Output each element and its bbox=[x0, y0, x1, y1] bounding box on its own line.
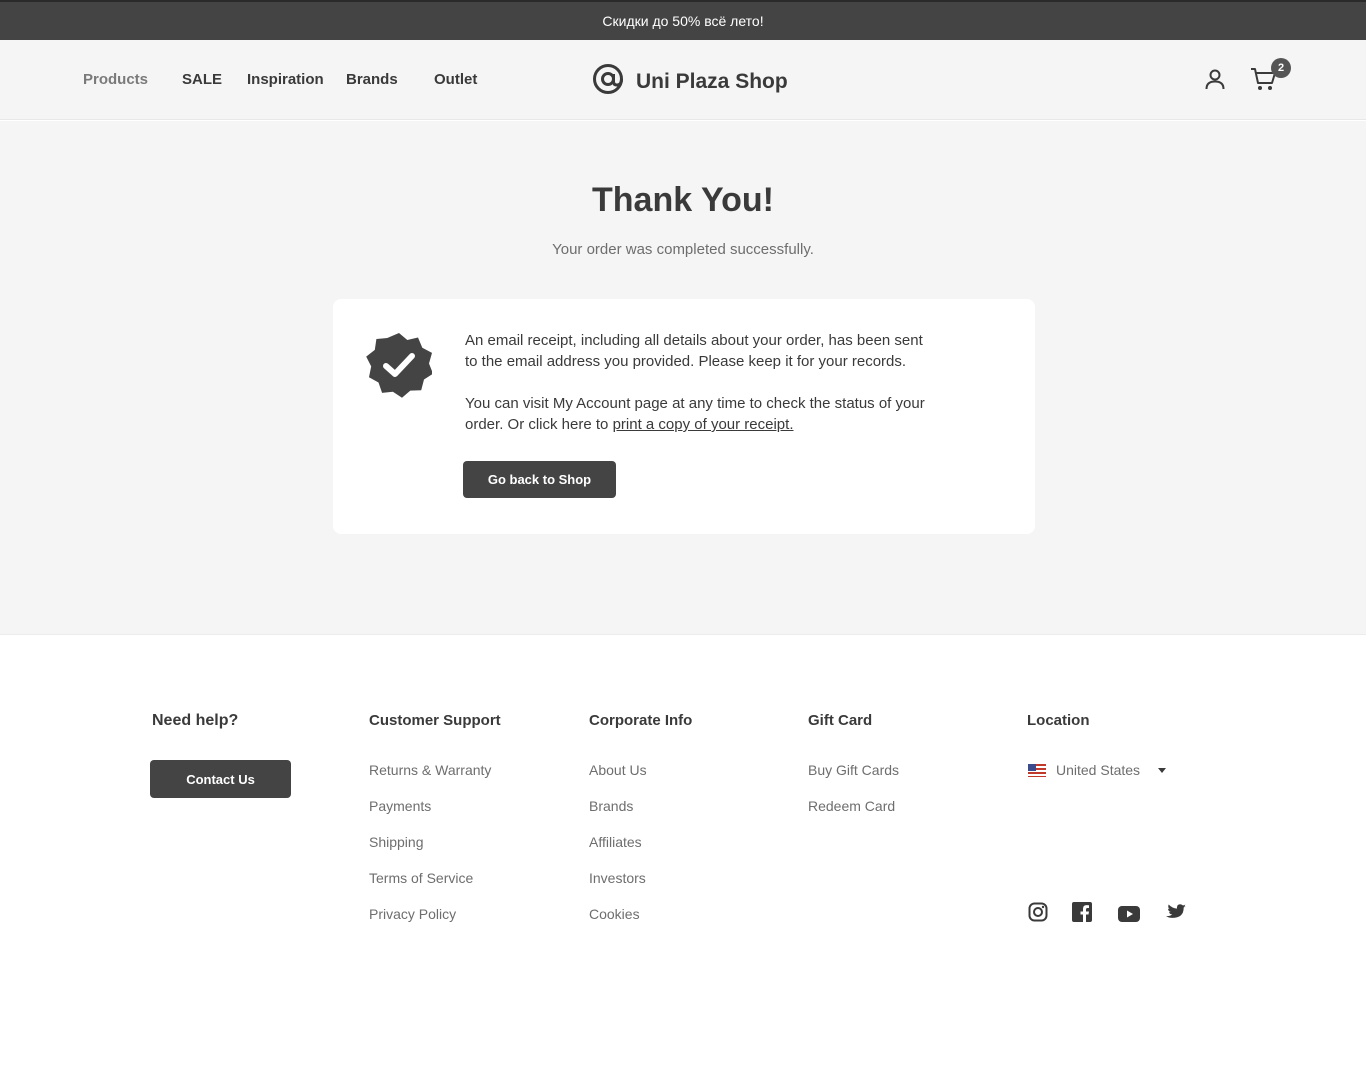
verified-badge-icon bbox=[366, 332, 433, 403]
location-column: Location bbox=[1027, 712, 1090, 729]
nav-products[interactable]: Products bbox=[83, 71, 148, 88]
footer-link-shipping[interactable]: Shipping bbox=[369, 834, 424, 850]
promo-text: Скидки до 50% всё лето! bbox=[602, 13, 764, 29]
location-selector[interactable]: United States bbox=[1028, 762, 1167, 778]
footer-link-returns-warranty[interactable]: Returns & Warranty bbox=[369, 762, 491, 778]
contact-us-button[interactable]: Contact Us bbox=[150, 760, 291, 798]
page-subtitle: Your order was completed successfully. bbox=[552, 241, 814, 258]
footer-link-brands[interactable]: Brands bbox=[589, 798, 633, 814]
footer-link-cookies[interactable]: Cookies bbox=[589, 906, 640, 922]
user-icon[interactable] bbox=[1203, 67, 1227, 96]
corporate-info-heading: Corporate Info bbox=[589, 712, 693, 729]
footer-link-terms-of-service[interactable]: Terms of Service bbox=[369, 870, 473, 886]
logo-text: Uni Plaza Shop bbox=[636, 69, 788, 93]
footer-link-affiliates[interactable]: Affiliates bbox=[589, 834, 642, 850]
facebook-icon[interactable] bbox=[1072, 902, 1092, 927]
nav-sale[interactable]: SALE bbox=[182, 71, 222, 88]
at-sign-logo-icon bbox=[592, 63, 624, 100]
footer-link-privacy-policy[interactable]: Privacy Policy bbox=[369, 906, 456, 922]
site-footer: Need help? Contact Us Customer Support R… bbox=[0, 636, 1366, 1082]
site-logo[interactable]: Uni Plaza Shop bbox=[592, 63, 788, 100]
nav-brands[interactable]: Brands bbox=[346, 71, 398, 88]
gift-card-column: Gift Card Buy Gift Cards Redeem Card bbox=[808, 712, 899, 814]
footer-link-about-us[interactable]: About Us bbox=[589, 762, 647, 778]
page-title: Thank You! bbox=[592, 181, 774, 219]
cart-count-badge: 2 bbox=[1271, 58, 1291, 78]
corporate-info-column: Corporate Info About Us Brands Affiliate… bbox=[589, 712, 693, 922]
nav-inspiration[interactable]: Inspiration bbox=[247, 71, 324, 88]
nav-outlet[interactable]: Outlet bbox=[434, 71, 477, 88]
customer-support-heading: Customer Support bbox=[369, 712, 501, 729]
footer-help-column: Need help? bbox=[152, 712, 238, 730]
go-back-to-shop-button[interactable]: Go back to Shop bbox=[463, 461, 616, 498]
twitter-icon[interactable] bbox=[1166, 904, 1186, 926]
gift-card-heading: Gift Card bbox=[808, 712, 873, 729]
confirmation-card: An email receipt, including all details … bbox=[333, 299, 1035, 534]
instagram-icon[interactable] bbox=[1028, 902, 1048, 927]
promo-bar: Скидки до 50% всё лето! bbox=[0, 0, 1366, 40]
footer-link-buy-gift-cards[interactable]: Buy Gift Cards bbox=[808, 762, 899, 778]
account-info-text: You can visit My Account page at any tim… bbox=[465, 393, 935, 435]
need-help-heading: Need help? bbox=[152, 712, 239, 729]
chevron-down-icon bbox=[1158, 767, 1167, 773]
print-receipt-link[interactable]: print a copy of your receipt. bbox=[613, 416, 794, 433]
customer-support-column: Customer Support Returns & Warranty Paym… bbox=[369, 712, 501, 922]
footer-link-investors[interactable]: Investors bbox=[589, 870, 646, 886]
site-header: Products SALE Inspiration Brands Outlet … bbox=[0, 40, 1366, 120]
receipt-info-text: An email receipt, including all details … bbox=[465, 332, 923, 370]
location-heading: Location bbox=[1027, 712, 1090, 729]
footer-link-redeem-card[interactable]: Redeem Card bbox=[808, 798, 895, 814]
order-confirmation-section: Thank You! Your order was completed succ… bbox=[0, 121, 1366, 635]
us-flag-icon bbox=[1028, 763, 1046, 777]
footer-link-payments[interactable]: Payments bbox=[369, 798, 431, 814]
youtube-icon[interactable] bbox=[1118, 906, 1140, 927]
location-value: United States bbox=[1056, 762, 1141, 778]
